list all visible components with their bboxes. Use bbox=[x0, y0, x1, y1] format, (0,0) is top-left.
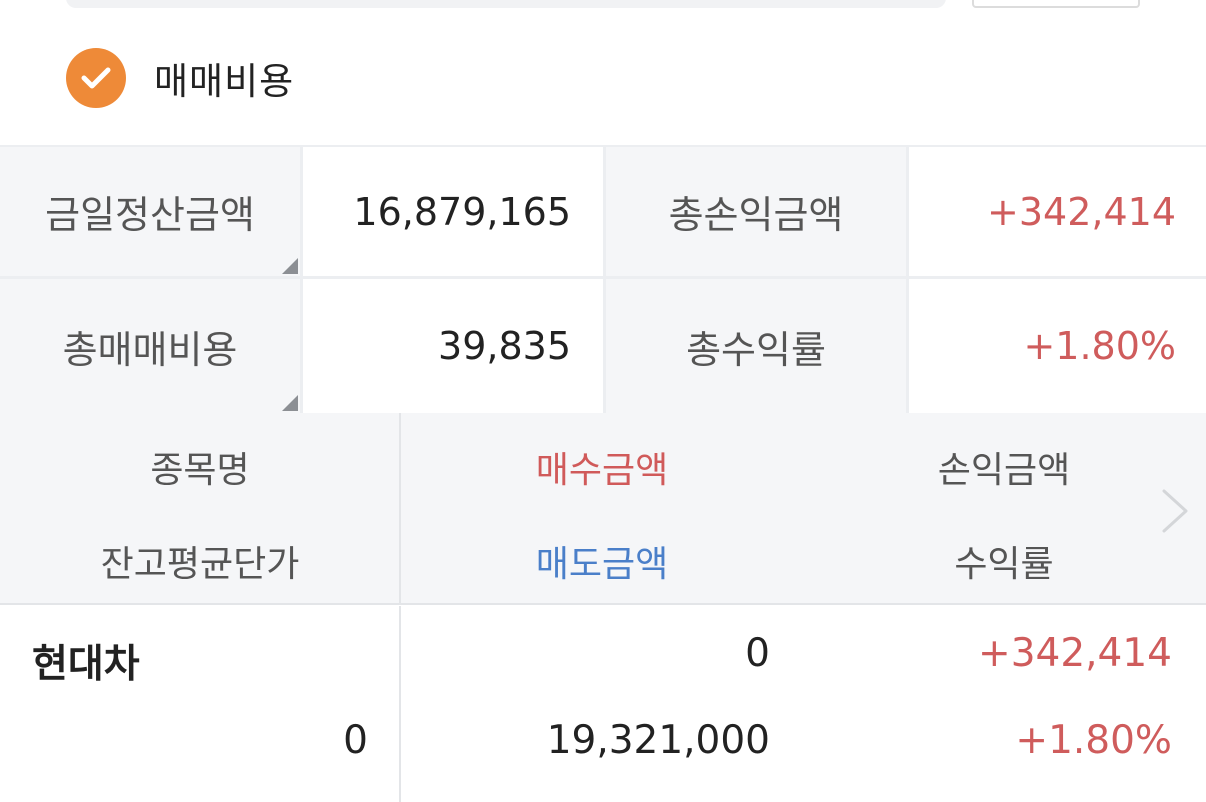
row-return-rate: +1.80% bbox=[1015, 718, 1172, 763]
total-return-value-cell: +1.80% bbox=[909, 279, 1206, 413]
total-cost-label-cell[interactable]: 총매매비용 bbox=[0, 279, 300, 413]
row-stock-name: 현대차 bbox=[32, 642, 140, 687]
corner-triangle-icon bbox=[282, 258, 298, 274]
header-sell-amount: 매도금액 bbox=[535, 544, 669, 585]
summary-grid: 금일정산금액 16,879,165 총손익금액 +342,414 총매매비용 3… bbox=[0, 145, 1206, 413]
total-pl-value-cell: +342,414 bbox=[909, 147, 1206, 276]
total-return-label: 총수익률 bbox=[686, 327, 826, 372]
row-pl-amount: +342,414 bbox=[978, 631, 1172, 676]
header-stock-name: 종목명 bbox=[150, 450, 250, 491]
settlement-label: 금일정산금액 bbox=[45, 193, 255, 237]
top-input-field[interactable] bbox=[66, 0, 946, 8]
check-icon bbox=[66, 48, 126, 108]
total-pl-label-cell: 총손익금액 bbox=[606, 147, 906, 276]
header-buy-amount: 매수금액 bbox=[535, 450, 669, 491]
row-sell-amount: 19,321,000 bbox=[546, 718, 770, 763]
header-avg-price: 잔고평균단가 bbox=[100, 544, 300, 585]
table-row[interactable]: 현대차 0 0 19,321,000 +342,414 +1.80% bbox=[0, 606, 1206, 802]
total-cost-value: 39,835 bbox=[438, 324, 571, 368]
page: { "option": { "label": "매매비용", "checked"… bbox=[0, 0, 1206, 802]
row-buy-amount: 0 bbox=[745, 631, 770, 676]
column-divider bbox=[399, 606, 401, 802]
corner-triangle-icon bbox=[282, 395, 298, 411]
trading-fee-label: 매매비용 bbox=[154, 60, 295, 103]
total-cost-label: 총매매비용 bbox=[62, 327, 238, 372]
settlement-label-cell[interactable]: 금일정산금액 bbox=[0, 147, 300, 276]
chevron-right-icon[interactable] bbox=[1158, 487, 1194, 535]
header-pl-amount: 손익금액 bbox=[937, 450, 1071, 491]
top-button[interactable] bbox=[972, 0, 1140, 8]
trading-fee-checkbox[interactable]: 매매비용 bbox=[66, 48, 294, 108]
total-pl-label: 총손익금액 bbox=[668, 193, 844, 237]
settlement-value: 16,879,165 bbox=[353, 189, 571, 234]
header-return-rate: 수익률 bbox=[954, 544, 1054, 585]
total-pl-value: +342,414 bbox=[987, 189, 1176, 234]
column-divider bbox=[399, 413, 401, 605]
table-header: 종목명 매수금액 손익금액 잔고평균단가 매도금액 수익률 bbox=[0, 413, 1206, 605]
total-cost-value-cell: 39,835 bbox=[303, 279, 603, 413]
total-return-value: +1.80% bbox=[1023, 324, 1176, 368]
settlement-value-cell: 16,879,165 bbox=[303, 147, 603, 276]
row-avg-price: 0 bbox=[343, 718, 368, 763]
total-return-label-cell: 총수익률 bbox=[606, 279, 906, 413]
